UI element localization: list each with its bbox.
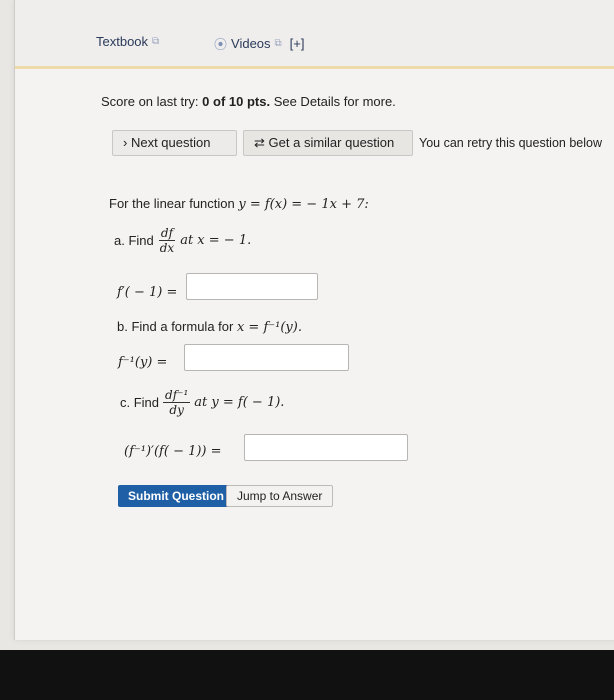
part-b-lhs: f⁻¹(y) = (118, 355, 168, 370)
part-a-point: at x = − 1. (180, 233, 252, 248)
part-a-answer-input[interactable] (186, 273, 318, 300)
videos-link[interactable]: ⦿ Videos ⧉ [+] (214, 34, 305, 53)
score-prefix: Score on last try: (101, 94, 203, 109)
part-c-prompt: c. Find df⁻¹ dy at y = f( − 1). (120, 388, 284, 417)
similar-question-button[interactable]: ⇄ Get a similar question (243, 130, 413, 156)
external-link-icon: ⧉ (152, 36, 160, 47)
textbook-link[interactable]: Textbook ⧉ (96, 34, 159, 49)
part-b-answer-input[interactable] (184, 344, 349, 371)
next-question-label: Next question (130, 135, 211, 150)
fraction-numerator: df⁻¹ (163, 388, 191, 403)
next-question-button[interactable]: › Next question (112, 130, 237, 156)
inverse-derivative-fraction: df⁻¹ dy (163, 388, 191, 417)
videos-label: Videos (231, 36, 271, 51)
retry-note: You can retry this question below (419, 136, 602, 150)
part-c-answer-input[interactable] (244, 434, 408, 461)
refresh-icon: ⇄ (254, 135, 265, 150)
part-a-lhs: f′( − 1) = (117, 285, 178, 300)
video-icon: ⦿ (214, 37, 228, 52)
submit-question-button[interactable]: Submit Question (118, 485, 234, 507)
fraction-numerator: df (158, 226, 176, 241)
external-link-icon: ⧉ (274, 38, 282, 49)
part-b-math: x = f⁻¹(y). (236, 320, 302, 335)
chevron-right-icon: › (123, 135, 128, 150)
problem-intro: For the linear function y = f(x) = − 1x … (109, 196, 369, 212)
part-a-prompt: a. Find df dx at x = − 1. (114, 226, 251, 255)
score-text: Score on last try: 0 of 10 pts. See Deta… (101, 94, 396, 109)
part-a-label: a. Find (114, 233, 154, 248)
part-c-point: at y = f( − 1). (194, 395, 285, 410)
part-b-prompt: b. Find a formula for x = f⁻¹(y). (117, 319, 302, 335)
intro-text: For the linear function (109, 196, 235, 211)
part-c-lhs: (f⁻¹)′(f( − 1)) = (124, 444, 222, 459)
textbook-label: Textbook (96, 34, 149, 49)
similar-question-label: Get a similar question (268, 135, 395, 150)
score-suffix: See Details for more. (270, 94, 396, 109)
fraction-denominator: dy (169, 403, 184, 417)
screen-bezel (0, 650, 614, 700)
expand-videos-toggle[interactable]: [+] (290, 36, 305, 51)
fraction-denominator: dx (159, 241, 175, 255)
derivative-fraction: df dx (158, 226, 176, 255)
score-value: 0 of 10 pts. (202, 94, 271, 109)
jump-to-answer-button[interactable]: Jump to Answer (226, 485, 334, 507)
part-b-label: b. Find a formula for (117, 319, 234, 334)
function-equation: y = f(x) = − 1x + 7: (238, 197, 369, 212)
part-c-label: c. Find (120, 395, 160, 410)
question-nav: › Next question ⇄ Get a similar question… (112, 130, 602, 156)
